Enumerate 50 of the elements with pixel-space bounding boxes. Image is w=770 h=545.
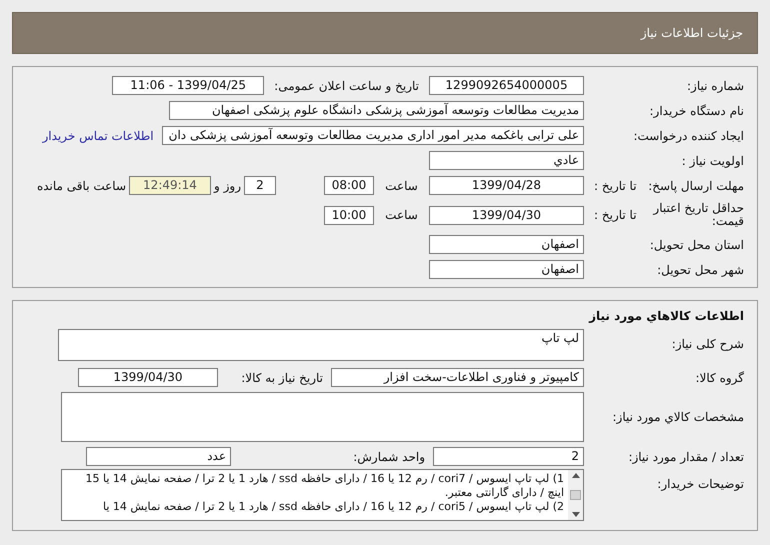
remaining-time-field[interactable]: 12:49:14 [129,176,211,195]
goods-group-field[interactable]: کامپیوتر و فناوری اطلاعات-سخت افزار [331,368,584,387]
contact-info-link[interactable]: اطلاعات تماس خریدار [42,128,154,142]
field-label: ساعت [384,208,419,222]
field-label: اولویت نیاز : [680,154,744,168]
field-label: تاریخ و ساعت اعلان عمومی: [274,78,419,92]
province-field[interactable]: اصفهان [429,235,584,254]
validity-time-field[interactable]: 10:00 [324,206,374,224]
validity-date-field[interactable]: 1399/04/30 [429,206,584,224]
field-label: مشخصات کالاي مورد نیاز: [611,410,744,424]
buyer-org-field[interactable]: مدیریت مطالعات وتوسعه آموزشی پزشکی دانشگاه علوم پزشکی اصفهان [169,101,584,120]
need-number-field[interactable]: 1299092654000005 [429,76,584,95]
priority-field[interactable]: عادي [429,151,584,170]
notes-text: 1) لپ تاپ ایسوس / cori7 / رم 12 یا 16 / دارای حافظه ssd / هارد 1 یا 2 ترا / صفحه نمایش 14 یا 15 اینچ / دارای گارانتی معتبر. 2) لپ تاپ ایسوس / cori5 / رم 12 یا 16 / دارای حافظه ssd / هارد 1 یا 2 ترا / صفحه نمایش 14 یا [84,471,565,515]
field-label: تعداد / مقدار مورد نیاز: [627,450,744,464]
field-label: استان محل تحویل: [648,238,744,252]
field-label: تاریخ نیاز به کالا: [240,370,323,384]
section-title: اطلاعات کالاهاي مورد نیاز [588,308,745,325]
field-label: ساعت [384,178,419,192]
field-label: شهر محل تحویل: [656,262,744,276]
field-label: مهلت ارسال پاسخ: [648,178,744,192]
field-label: تا تاریخ : [594,178,637,192]
announce-date-field[interactable]: 1399/04/25 - 11:06 [112,76,264,95]
specs-field[interactable] [61,392,584,442]
field-label: توضیحات خریدار: [656,477,744,491]
summary-field[interactable]: لپ تاپ [58,329,584,361]
field-label: ساعت باقی مانده [36,178,126,192]
field-label: تا تاریخ : [594,208,637,222]
header-title: جزئیات اطلاعات نیاز [640,26,743,40]
days-field[interactable]: 2 [244,176,276,195]
deadline-date-field[interactable]: 1399/04/28 [429,176,584,195]
scroll-thumb[interactable] [570,490,581,500]
field-label: شرح کلی نیاز: [670,337,744,351]
field-label: گروه کالا: [694,370,744,384]
city-field[interactable]: اصفهان [429,260,584,279]
requester-field[interactable]: علی ترابی باغکمه مدیر امور اداری مدیریت مطالعات وتوسعه آموزشی پزشکی دان [162,126,584,145]
quantity-field[interactable]: 2 [433,447,584,466]
unit-field[interactable]: عدد [86,447,231,466]
scroll-up-icon[interactable] [572,473,580,478]
buyer-notes-field[interactable] [61,469,584,521]
scroll-down-icon[interactable] [572,512,580,517]
field-label: ایجاد کننده درخواست: [632,128,744,142]
field-label: حداقل تاریخ اعتبار قیمت: [652,202,744,228]
field-label: روز و [214,178,241,192]
field-label: واحد شمارش: [352,450,425,464]
deadline-time-field[interactable]: 08:00 [324,176,374,195]
need-date-field[interactable]: 1399/04/30 [78,368,218,387]
scrollbar[interactable] [568,470,583,520]
field-label: نام دستگاه خریدار: [648,104,744,118]
field-label: شماره نیاز: [686,78,744,92]
